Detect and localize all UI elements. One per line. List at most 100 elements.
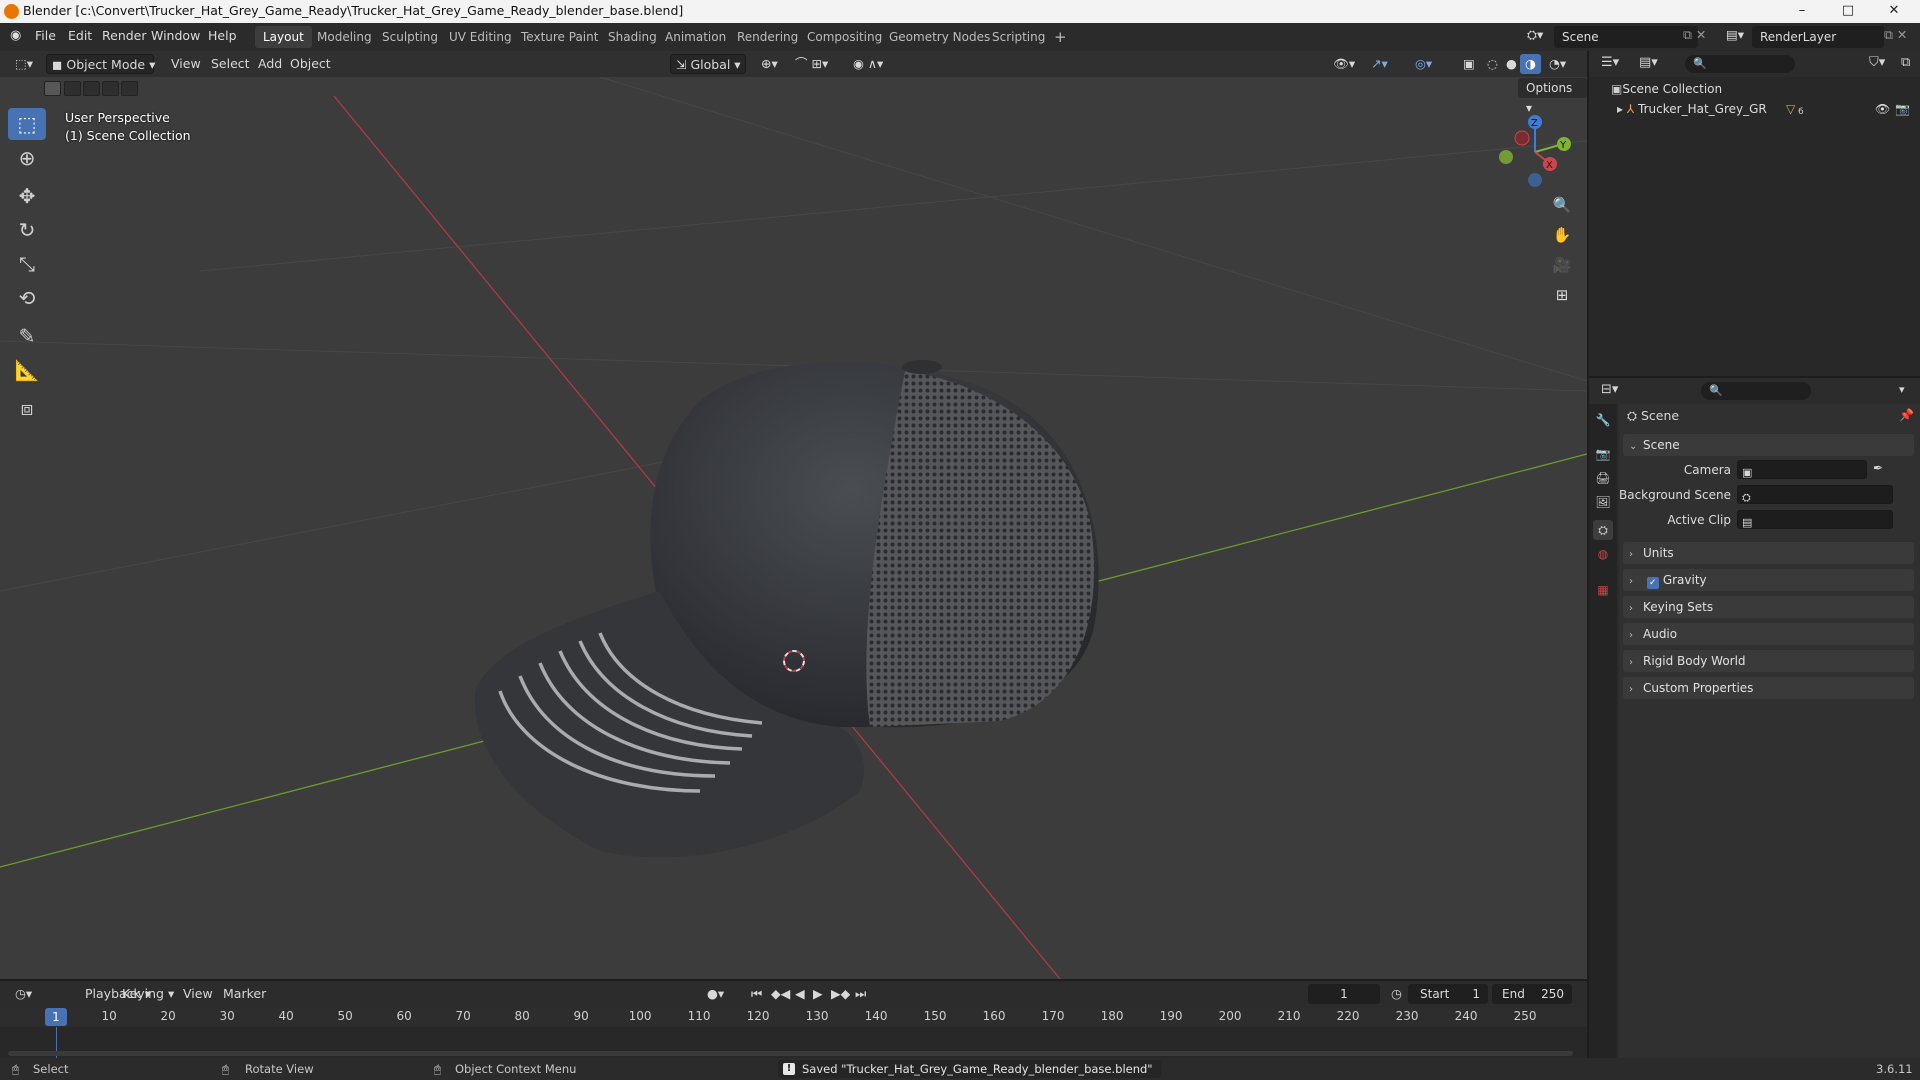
options-button[interactable]: Options ▾ (1518, 78, 1587, 115)
scene-name-field[interactable]: Scene (1554, 26, 1698, 48)
background-scene-field[interactable]: ⛭ (1737, 485, 1893, 504)
maximize-button[interactable]: □ (1825, 0, 1871, 23)
view-layer-icon[interactable]: ▤▾ (1726, 27, 1744, 42)
current-frame-field[interactable]: 1 (1308, 984, 1380, 1004)
custom-properties-panel-header[interactable]: › Custom Properties (1623, 677, 1914, 699)
add-cube-tool-icon[interactable]: ⧈ (8, 392, 46, 424)
menu-view[interactable]: View (166, 54, 206, 74)
camera-view-icon[interactable]: 🎥 (1548, 251, 1576, 279)
menu-render[interactable]: Render (102, 28, 147, 43)
menu-keying[interactable]: Keying ▾ (117, 984, 179, 1004)
scene-panel-header[interactable]: ⌄ Scene (1623, 434, 1914, 456)
menu-window[interactable]: Window (151, 28, 200, 43)
camera-field[interactable]: ▣ (1737, 460, 1867, 479)
tab-shading[interactable]: Shading (600, 26, 665, 48)
outliner-editor-icon[interactable]: ☰▾ (1601, 55, 1619, 70)
select-intersect-icon[interactable] (121, 81, 138, 96)
select-invert-icon[interactable] (102, 81, 119, 96)
select-extend-icon[interactable] (64, 81, 81, 96)
add-workspace-button[interactable]: + (1046, 26, 1075, 48)
scene-selector-icon[interactable]: ⛭▾ (1527, 27, 1543, 43)
view-layer-tab-icon[interactable]: 🖼 (1593, 492, 1613, 512)
tab-animation[interactable]: Animation (657, 26, 734, 48)
render-camera-icon[interactable]: 📷 (1895, 99, 1910, 119)
timeline-editor-icon[interactable]: ◷▾ (10, 984, 37, 1004)
audio-panel-header[interactable]: › Audio (1623, 623, 1914, 645)
preview-range-icon[interactable]: ◷ (1386, 984, 1407, 1004)
solid-shading-icon[interactable]: ● (1501, 54, 1522, 74)
proportional-editing-icon[interactable]: ◉ ∧▾ (848, 54, 888, 74)
annotate-tool-icon[interactable]: ✎ (8, 320, 46, 352)
menu-edit[interactable]: Edit (68, 28, 92, 43)
outliner-row-object[interactable]: ▸ ⅄ Trucker_Hat_Grey_GR ▽ 6 👁 📷 (1589, 99, 1920, 119)
jump-end-icon[interactable]: ⏭ (850, 984, 871, 1004)
wireframe-shading-icon[interactable]: ◌ (1482, 54, 1503, 74)
transform-orientation-dropdown[interactable]: ⇲ Global ▾ (670, 54, 746, 74)
menu-help[interactable]: Help (208, 28, 237, 43)
tab-texture-paint[interactable]: Texture Paint (513, 26, 606, 48)
properties-search-input[interactable]: 🔍 (1701, 382, 1811, 400)
start-frame-field[interactable]: Start 1 (1408, 984, 1488, 1004)
view-layer-field[interactable]: RenderLayer (1752, 26, 1884, 48)
select-subtract-icon[interactable] (83, 81, 100, 96)
filter-icon[interactable]: ⛉▾ (1869, 55, 1885, 70)
menu-marker[interactable]: Marker (218, 984, 271, 1004)
menu-file[interactable]: File (35, 28, 56, 43)
snap-icon[interactable]: ⌒ ⊞▾ (790, 54, 833, 74)
active-clip-field[interactable]: ▤ (1737, 510, 1893, 529)
visibility-icon[interactable]: 👁▾ (1328, 54, 1360, 74)
rigid-body-world-panel-header[interactable]: › Rigid Body World (1623, 650, 1914, 672)
mode-selector[interactable]: ◼ Object Mode ▾ (46, 54, 155, 74)
properties-options-icon[interactable]: ▾ (1899, 383, 1905, 396)
rendered-shading-icon[interactable]: ◔▾ (1544, 54, 1571, 74)
frame-ruler[interactable]: 1 10 20 30 40 50 60 70 80 90 100 110 120 130 140 150 16… (0, 1007, 1587, 1027)
tab-uv-editing[interactable]: UV Editing (441, 26, 520, 48)
zoom-view-icon[interactable]: 🔍 (1548, 191, 1576, 219)
eyedropper-icon[interactable]: ✒ (1873, 461, 1883, 475)
jump-start-icon[interactable]: ⏮ (746, 984, 767, 1004)
pin-icon[interactable]: 📌 (1899, 408, 1914, 422)
select-box-tool-icon[interactable]: ⬚ (8, 108, 46, 140)
menu-add[interactable]: Add (253, 54, 287, 74)
tab-geometry-nodes[interactable]: Geometry Nodes (881, 26, 998, 48)
texture-tab-icon[interactable]: ▦ (1593, 580, 1613, 600)
end-frame-field[interactable]: End 250 (1492, 984, 1572, 1004)
units-panel-header[interactable]: › Units (1623, 542, 1914, 564)
gizmo-toggle-icon[interactable]: ↗▾ (1366, 54, 1393, 74)
outliner-row-scene-collection[interactable]: ▣ Scene Collection (1589, 79, 1920, 99)
overlays-icon[interactable]: ◎▾ (1410, 54, 1437, 74)
playhead-frame-indicator[interactable]: 1 (45, 1008, 67, 1026)
new-view-layer-icon[interactable]: ⧉ ✕ (1884, 27, 1907, 43)
render-tab-icon[interactable]: 📷 (1593, 444, 1613, 464)
3d-viewport[interactable]: Z Y X ⬚▾ ◼ Object Mode ▾ View Select Add… (0, 51, 1587, 979)
tab-modeling[interactable]: Modeling (309, 26, 380, 48)
close-button[interactable]: ✕ (1871, 0, 1917, 23)
tab-layout[interactable]: Layout (255, 26, 312, 48)
new-collection-icon[interactable]: ⧉ (1901, 55, 1910, 70)
scene-tab-icon[interactable]: ⛭ (1593, 520, 1613, 540)
pan-view-icon[interactable]: ✋ (1548, 221, 1576, 249)
visibility-eye-icon[interactable]: 👁 (1875, 99, 1890, 119)
measure-tool-icon[interactable]: 📐 (8, 354, 46, 386)
auto-keying-icon[interactable]: ●▾ (702, 984, 729, 1004)
move-tool-icon[interactable]: ✥ (8, 180, 46, 212)
cursor-tool-icon[interactable]: ⊕ (8, 142, 46, 174)
outliner-search-input[interactable]: 🔍 (1685, 55, 1795, 73)
tab-rendering[interactable]: Rendering (729, 26, 806, 48)
gravity-panel-header[interactable]: › ✓ Gravity (1623, 569, 1914, 591)
tool-tab-icon[interactable]: 🔧 (1593, 410, 1613, 430)
world-tab-icon[interactable]: ◍ (1593, 544, 1613, 564)
pivot-point-icon[interactable]: ⊕▾ (756, 54, 783, 74)
menu-object[interactable]: Object (285, 54, 336, 74)
tab-compositing[interactable]: Compositing (799, 26, 890, 48)
expand-arrow-icon[interactable]: ▸ (1617, 99, 1623, 119)
properties-editor-icon[interactable]: ⊟▾ (1601, 382, 1618, 397)
keying-sets-panel-header[interactable]: › Keying Sets (1623, 596, 1914, 618)
timeline-scrollbar[interactable] (8, 1051, 1573, 1056)
tab-sculpting[interactable]: Sculpting (374, 26, 446, 48)
play-icon[interactable]: ▶ (808, 984, 828, 1004)
gravity-checkbox[interactable]: ✓ (1646, 577, 1659, 589)
minimize-button[interactable]: – (1779, 0, 1825, 23)
editor-type-icon[interactable]: ⬚▾ (10, 54, 38, 74)
select-new-icon[interactable] (44, 81, 61, 96)
